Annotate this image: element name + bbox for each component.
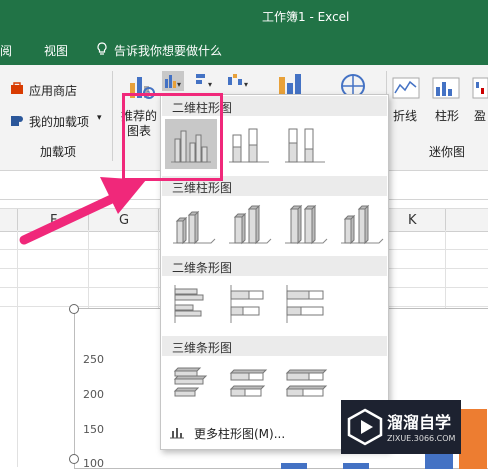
annotation-arrow [19, 177, 146, 245]
play-logo-icon [347, 408, 383, 449]
watermark: 溜溜自学 ZIXUE.3066.COM [341, 400, 461, 454]
watermark-url: ZIXUE.3066.COM [387, 434, 456, 443]
watermark-title: 溜溜自学 [387, 413, 452, 432]
